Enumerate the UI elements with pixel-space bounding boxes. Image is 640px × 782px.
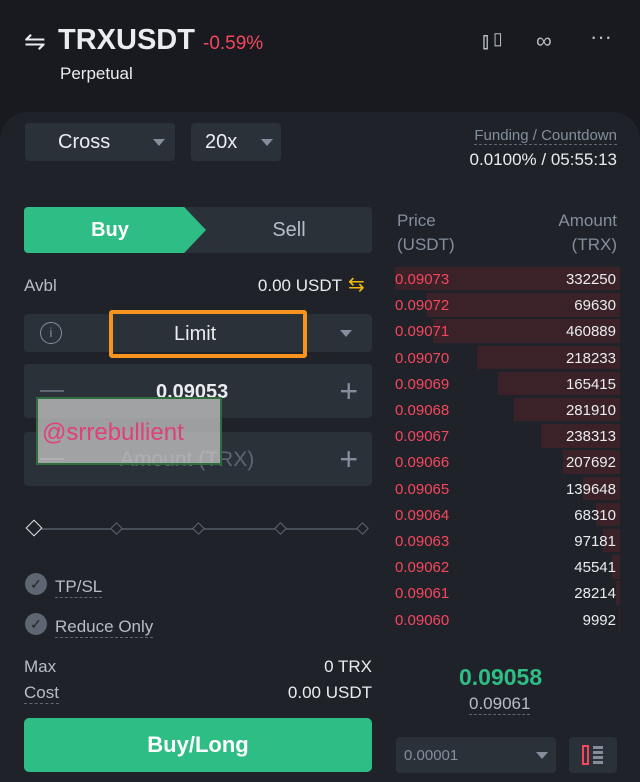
ask-row[interactable]: 0.09063 97181 bbox=[395, 529, 620, 553]
avbl-value: 0.00 USDT bbox=[257, 276, 342, 295]
chevron-down-icon bbox=[261, 139, 273, 146]
amount-header: Amount bbox=[558, 211, 617, 230]
ask-amount: 238313 bbox=[565, 428, 616, 446]
watermark-text: @srrebullient bbox=[42, 419, 184, 446]
ask-row[interactable]: 0.09062 45541 bbox=[395, 555, 620, 579]
ask-row[interactable]: 0.09071 460889 bbox=[395, 319, 620, 343]
contract-type: Perpetual bbox=[60, 64, 133, 83]
transfer-icon[interactable]: ⇆ bbox=[348, 272, 365, 297]
ask-row[interactable]: 0.09061 28214 bbox=[395, 581, 620, 605]
leverage-value: 20x bbox=[205, 130, 238, 153]
ask-amount: 460889 bbox=[565, 323, 616, 341]
tpsl-checkbox[interactable]: ✓ bbox=[25, 573, 47, 595]
ask-amount: 332250 bbox=[565, 271, 616, 288]
precision-select[interactable]: 0.00001 bbox=[396, 737, 556, 773]
ask-amount: 207692 bbox=[565, 454, 616, 472]
symbol-title[interactable]: TRXUSDT bbox=[58, 24, 195, 57]
ask-price: 0.09067 bbox=[395, 428, 450, 446]
ask-price: 0.09060 bbox=[395, 611, 450, 629]
ask-row[interactable]: 0.09067 238313 bbox=[395, 424, 620, 448]
ask-amount: 68310 bbox=[574, 506, 616, 524]
ask-amount: 69630 bbox=[574, 297, 616, 315]
chevron-down-icon bbox=[536, 752, 548, 759]
ask-price: 0.09066 bbox=[395, 454, 450, 472]
ask-price: 0.09063 bbox=[395, 533, 450, 550]
ask-row[interactable]: 0.09066 207692 bbox=[395, 450, 620, 474]
margin-mode-value: Cross bbox=[58, 130, 111, 153]
book-layout-button[interactable] bbox=[569, 737, 617, 773]
decrease-price-button[interactable] bbox=[40, 390, 64, 392]
candlestick-chart-icon[interactable]: ⫾▯ bbox=[482, 28, 507, 54]
mark-price[interactable]: 0.09061 bbox=[469, 694, 531, 715]
ask-price: 0.09073 bbox=[395, 271, 450, 288]
precision-value: 0.00001 bbox=[404, 746, 459, 764]
chevron-down-icon bbox=[153, 139, 165, 146]
ask-row[interactable]: 0.09070 218233 bbox=[395, 345, 620, 369]
ask-amount: 28214 bbox=[574, 585, 616, 603]
buy-long-button[interactable]: Buy/Long bbox=[24, 718, 372, 772]
ask-price: 0.09072 bbox=[395, 297, 450, 315]
price-header: Price bbox=[397, 211, 436, 230]
amount-unit: (TRX) bbox=[571, 235, 617, 254]
ask-amount: 281910 bbox=[565, 402, 616, 419]
cost-value: 0.00 USDT bbox=[287, 683, 372, 702]
ask-price: 0.09068 bbox=[395, 402, 450, 419]
increase-amount-button[interactable]: + bbox=[339, 443, 358, 475]
ask-amount: 165415 bbox=[565, 375, 616, 393]
ask-amount: 139648 bbox=[565, 480, 616, 498]
buy-tab[interactable]: Buy bbox=[24, 207, 206, 253]
ask-row[interactable]: 0.09060 9992 bbox=[395, 607, 620, 631]
cost-label: Cost bbox=[24, 683, 59, 704]
ask-row[interactable]: 0.09068 281910 bbox=[395, 398, 620, 422]
link-icon[interactable]: ∞ bbox=[536, 28, 552, 54]
increase-price-button[interactable]: + bbox=[339, 375, 358, 407]
ask-row[interactable]: 0.09072 69630 bbox=[395, 293, 620, 317]
reduce-only-label[interactable]: Reduce Only bbox=[55, 617, 154, 638]
ask-amount: 9992 bbox=[582, 611, 616, 629]
avbl-label: Avbl bbox=[24, 276, 57, 295]
ask-amount: 218233 bbox=[565, 349, 616, 367]
depth-bar bbox=[619, 607, 620, 631]
funding-value: 0.0100% / 05:55:13 bbox=[469, 150, 617, 169]
reduce-only-checkbox[interactable]: ✓ bbox=[25, 613, 47, 635]
ask-price: 0.09070 bbox=[395, 349, 450, 367]
order-type-select[interactable]: i Limit bbox=[24, 310, 372, 358]
depth-bar bbox=[616, 581, 620, 605]
ask-amount: 97181 bbox=[574, 533, 616, 550]
tpsl-label[interactable]: TP/SL bbox=[55, 577, 103, 598]
ask-price: 0.09062 bbox=[395, 559, 450, 577]
swap-icon[interactable]: ⇋ bbox=[24, 26, 46, 57]
ask-row[interactable]: 0.09064 68310 bbox=[395, 502, 620, 527]
ask-row[interactable]: 0.09065 139648 bbox=[395, 476, 620, 500]
lines-icon bbox=[593, 746, 603, 764]
sell-only-icon bbox=[582, 745, 589, 765]
last-price: 0.09058 bbox=[459, 664, 543, 690]
chevron-down-icon bbox=[340, 330, 352, 337]
price-change: -0.59% bbox=[203, 33, 264, 54]
ask-price: 0.09065 bbox=[395, 480, 450, 498]
ask-price: 0.09061 bbox=[395, 585, 450, 603]
leverage-select[interactable]: 20x bbox=[191, 123, 281, 161]
price-unit: (USDT) bbox=[397, 235, 455, 254]
more-icon[interactable]: ··· bbox=[590, 24, 612, 50]
margin-mode-select[interactable]: Cross bbox=[25, 123, 175, 161]
sell-tab[interactable]: Sell bbox=[206, 207, 372, 253]
funding-label[interactable]: Funding / Countdown bbox=[474, 127, 617, 145]
info-icon[interactable]: i bbox=[40, 322, 62, 344]
ask-row[interactable]: 0.09073 332250 bbox=[395, 267, 620, 291]
watermark-box: @srrebullient bbox=[36, 397, 222, 465]
ask-row[interactable]: 0.09069 165415 bbox=[395, 371, 620, 396]
ask-amount: 45541 bbox=[574, 559, 616, 577]
max-label: Max bbox=[24, 657, 57, 676]
ask-price: 0.09069 bbox=[395, 375, 450, 393]
ask-price: 0.09064 bbox=[395, 506, 450, 524]
max-value: 0 TRX bbox=[324, 657, 372, 676]
ask-price: 0.09071 bbox=[395, 323, 450, 341]
order-type-value: Limit bbox=[174, 323, 217, 345]
